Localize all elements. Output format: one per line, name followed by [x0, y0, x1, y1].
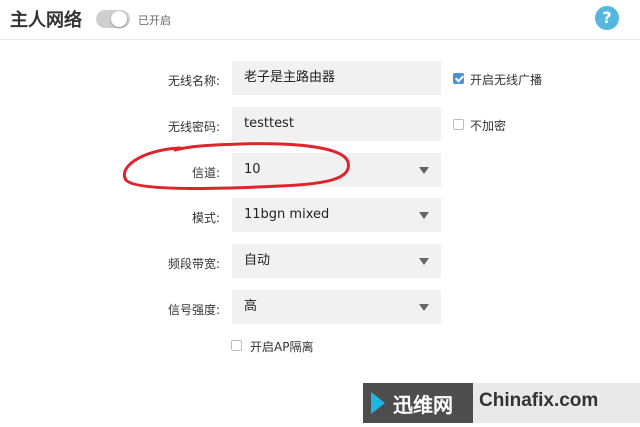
watermark: 迅维网 Chinafix.com [363, 383, 640, 423]
chevron-down-icon [419, 304, 429, 311]
watermark-site: Chinafix.com [473, 383, 640, 423]
no-encrypt-checkbox[interactable] [453, 119, 464, 130]
watermark-cn: 迅维网 [393, 393, 453, 417]
signal-value: 高 [244, 299, 258, 314]
signal-select[interactable]: 高 [232, 290, 441, 324]
toggle-knob [111, 11, 127, 27]
chevron-down-icon [419, 258, 429, 265]
page-title: 主人网络 [10, 10, 82, 31]
ssid-value: 老子是主路由器 [244, 70, 336, 85]
bandwidth-label: 频段带宽: [167, 257, 220, 271]
mode-select[interactable]: 11bgn mixed [232, 198, 441, 232]
signal-label: 信号强度: [167, 303, 220, 317]
password-value: testtest [244, 116, 294, 131]
ssid-input[interactable]: 老子是主路由器 [232, 61, 441, 95]
ssid-label: 无线名称: [167, 74, 220, 88]
arrow-icon [371, 392, 385, 414]
watermark-en: Chinafix.com [479, 390, 599, 411]
ap-isolation-label: 开启AP隔离 [250, 340, 314, 354]
network-toggle[interactable] [96, 10, 130, 28]
chevron-down-icon [419, 167, 429, 174]
password-input[interactable]: testtest [232, 107, 441, 141]
watermark-logo: 迅维网 [363, 383, 473, 423]
chevron-down-icon [419, 212, 429, 219]
no-encrypt-label: 不加密 [470, 119, 507, 133]
mode-label: 模式: [191, 211, 220, 225]
header: 主人网络 已开启 ? [0, 0, 640, 40]
bandwidth-value: 自动 [244, 253, 271, 268]
channel-label: 信道: [191, 166, 220, 180]
password-label: 无线密码: [167, 120, 220, 134]
help-icon[interactable]: ? [595, 6, 619, 30]
toggle-status: 已开启 [138, 14, 171, 27]
channel-value: 10 [244, 162, 261, 177]
mode-value: 11bgn mixed [244, 207, 330, 222]
broadcast-label: 开启无线广播 [470, 73, 543, 87]
bandwidth-select[interactable]: 自动 [232, 244, 441, 278]
broadcast-checkbox[interactable] [453, 73, 464, 84]
ap-isolation-checkbox[interactable] [231, 340, 242, 351]
channel-select[interactable]: 10 [232, 153, 441, 187]
